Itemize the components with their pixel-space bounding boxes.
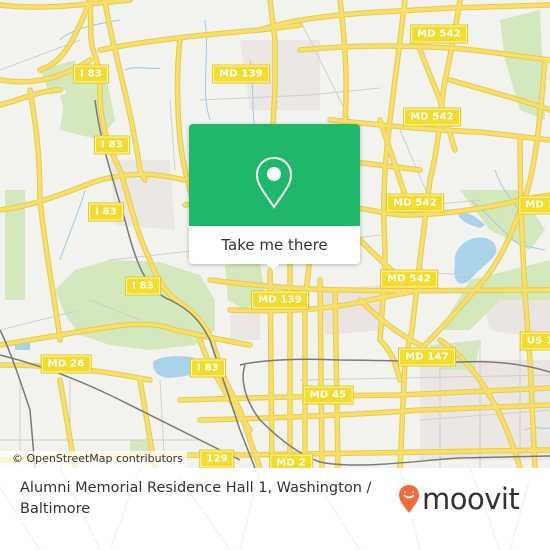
route-shield: US 1 <box>519 331 550 351</box>
route-shield: MD 1 <box>518 195 550 215</box>
moovit-pin-icon <box>399 485 419 513</box>
popup-pointer <box>265 262 281 270</box>
moovit-wordmark: moovit <box>422 482 520 516</box>
footer-bar: Alumni Memorial Residence Hall 1, Washin… <box>0 468 550 550</box>
route-shield: I 83 <box>73 64 109 84</box>
route-shield: MD 542 <box>386 193 444 213</box>
popup-header <box>189 124 360 226</box>
route-shield: MD 26 <box>40 354 92 374</box>
route-shield: I 83 <box>125 276 161 296</box>
route-shield: I 83 <box>88 202 124 222</box>
location-popup[interactable]: Take me there <box>189 124 360 270</box>
route-shield: MD 139 <box>212 64 270 84</box>
route-shield: MD 45 <box>302 385 354 405</box>
route-shield: MD 147 <box>398 347 456 367</box>
location-title: Alumni Memorial Residence Hall 1, Washin… <box>20 480 372 517</box>
route-shield: I 83 <box>94 135 130 155</box>
route-shield: I 83 <box>190 358 226 378</box>
take-me-there-button[interactable]: Take me there <box>189 226 360 264</box>
route-shield: MD 542 <box>410 24 468 44</box>
route-shield: MD 139 <box>251 290 309 310</box>
map-pin-icon <box>255 156 293 209</box>
route-shield: MD 2 <box>269 453 313 468</box>
map-attribution[interactable]: © OpenStreetMap contributors <box>0 451 187 468</box>
route-shield: MD 542 <box>380 269 438 289</box>
map-view[interactable]: MD 542 MD 139 MD 542 I 83 I 83 MD 542 MD… <box>0 0 550 468</box>
moovit-logo: moovit <box>398 482 520 516</box>
route-shield: 129 <box>199 449 235 468</box>
route-shield: MD 542 <box>403 107 461 127</box>
